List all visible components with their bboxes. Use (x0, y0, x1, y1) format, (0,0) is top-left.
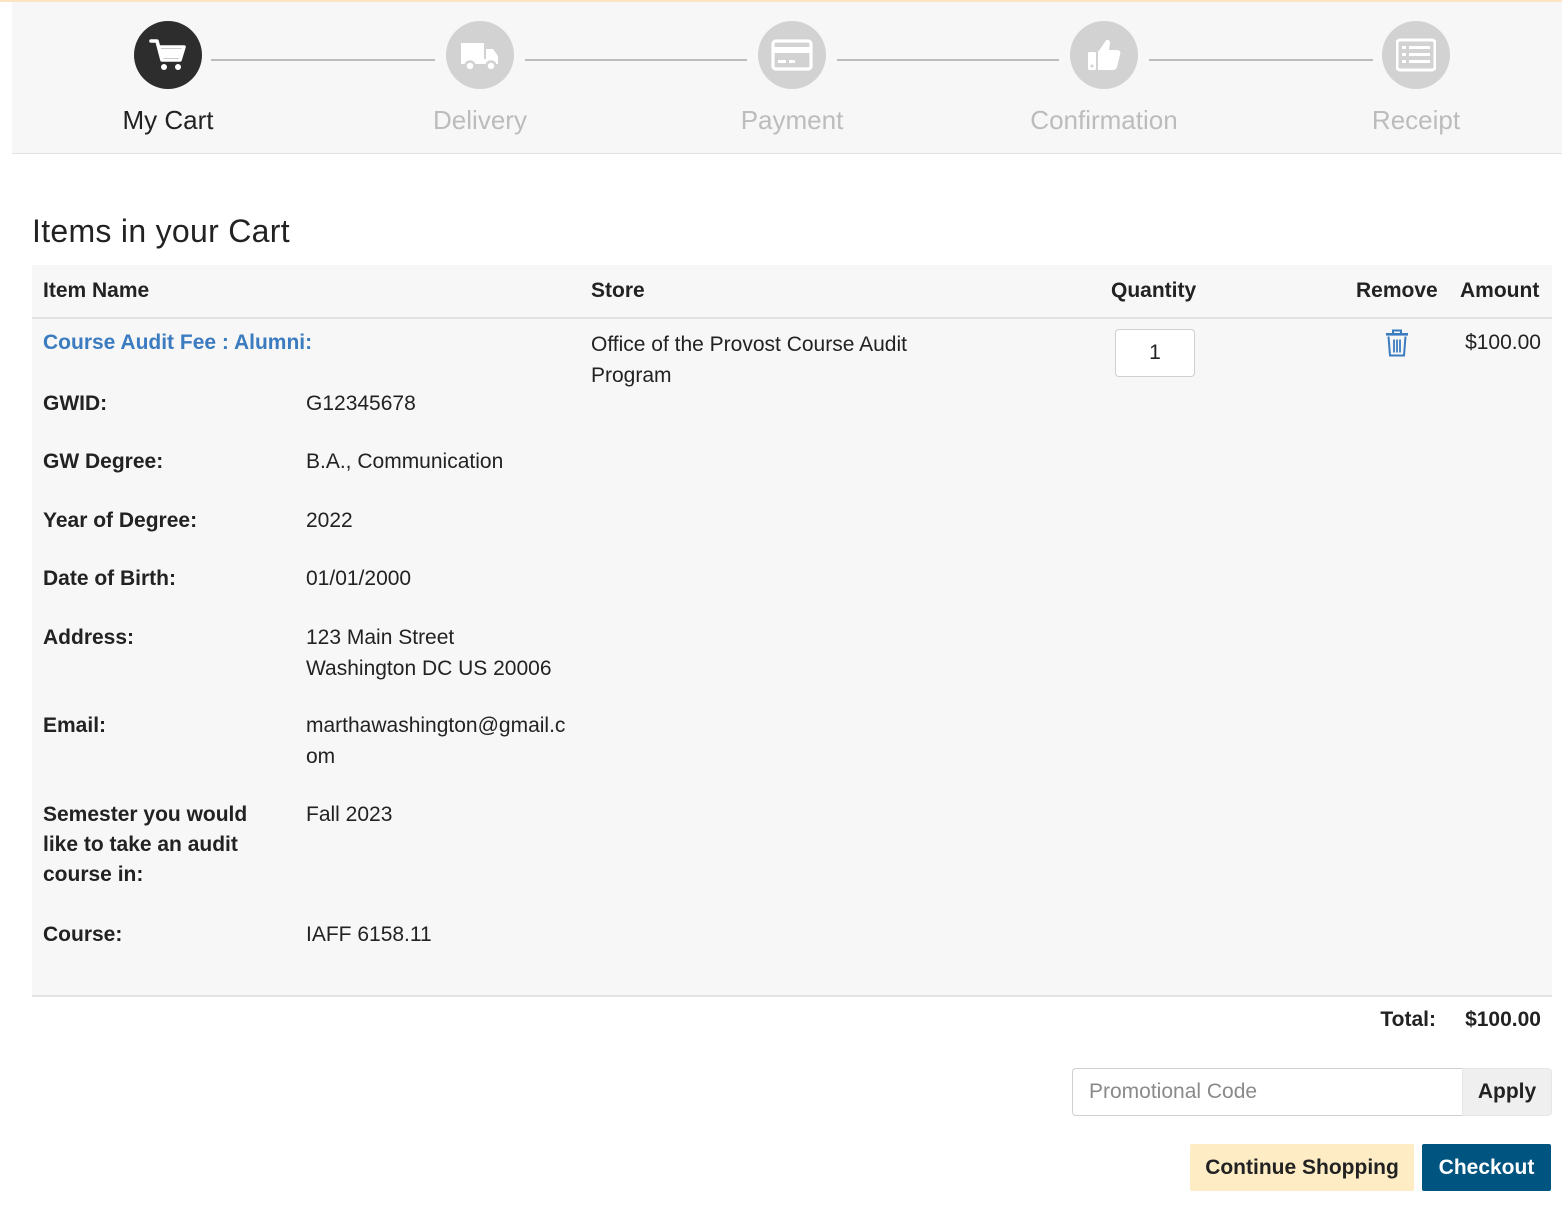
page-title: Items in your Cart (32, 213, 290, 249)
cart-table: Item Name Store Quantity Remove Amount C… (32, 265, 1552, 997)
detail-label-course: Course: (43, 923, 123, 946)
continue-shopping-button[interactable]: Continue Shopping (1190, 1144, 1414, 1191)
step-delivery: Delivery (370, 21, 590, 136)
detail-value-degree: B.A., Communication (306, 450, 504, 473)
list-icon (1396, 38, 1436, 72)
item-name-link[interactable]: Course Audit Fee : Alumni: (43, 331, 312, 355)
total-value: $100.00 (1465, 1008, 1541, 1031)
detail-value-course: IAFF 6158.11 (306, 923, 432, 946)
detail-value-year: 2022 (306, 509, 353, 532)
quantity-input[interactable] (1115, 329, 1195, 377)
step-label: My Cart (122, 105, 214, 135)
detail-value-gwid: G12345678 (306, 392, 416, 415)
detail-label-address: Address: (43, 626, 135, 649)
step-my-cart: My Cart (58, 21, 278, 136)
total-label: Total: (1380, 1008, 1436, 1031)
column-header-remove: Remove (1356, 279, 1438, 302)
credit-card-icon (771, 39, 813, 71)
step-label: Delivery (433, 105, 527, 135)
step-label: Payment (740, 105, 844, 135)
detail-label-semester: Semester you would like to take an audit… (43, 803, 248, 886)
detail-label-email: Email: (43, 714, 107, 737)
detail-label-birth-date: Date of Birth: (43, 567, 176, 590)
step-payment: Payment (682, 21, 902, 136)
item-amount: $100.00 (1465, 331, 1541, 354)
column-header-amount: Amount (1460, 279, 1540, 302)
detail-value-email: marthawashington@gmail.com (306, 714, 566, 768)
apply-button[interactable]: Apply (1462, 1068, 1552, 1116)
step-confirmation: Confirmation (994, 21, 1214, 136)
trash-icon[interactable] (1385, 329, 1409, 357)
step-receipt: Receipt (1306, 21, 1526, 136)
step-label: Confirmation (1030, 105, 1178, 135)
step-circle (1382, 21, 1450, 89)
detail-label-degree: GW Degree: (43, 450, 164, 473)
detail-value-address: 123 Main Street Washington DC US 20006 (306, 626, 552, 680)
promo-code-input[interactable] (1072, 1068, 1462, 1116)
step-label: Receipt (1371, 105, 1461, 135)
step-circle (134, 21, 202, 89)
detail-label-year: Year of Degree: (43, 509, 198, 532)
promo-code-group: Apply (1072, 1068, 1552, 1116)
checkout-button[interactable]: Checkout (1422, 1144, 1551, 1191)
detail-value-birth-date: 01/01/2000 (306, 567, 412, 590)
checkout-progress-stepper: My Cart Delivery Payment Confirmation Re… (12, 2, 1562, 154)
step-circle (446, 21, 514, 89)
item-store: Office of the Provost Course Audit Progr… (591, 333, 907, 387)
step-circle (1070, 21, 1138, 89)
detail-value-semester: Fall 2023 (306, 803, 393, 826)
column-header-quantity: Quantity (1111, 279, 1197, 302)
step-circle (758, 21, 826, 89)
header-divider (32, 317, 1552, 319)
thumbs-up-icon (1088, 39, 1121, 70)
detail-label-gwid: GWID: (43, 392, 108, 415)
column-header-item-name: Item Name (43, 279, 150, 302)
cart-icon (149, 39, 186, 70)
column-header-store: Store (591, 279, 645, 302)
truck-icon (461, 43, 498, 72)
